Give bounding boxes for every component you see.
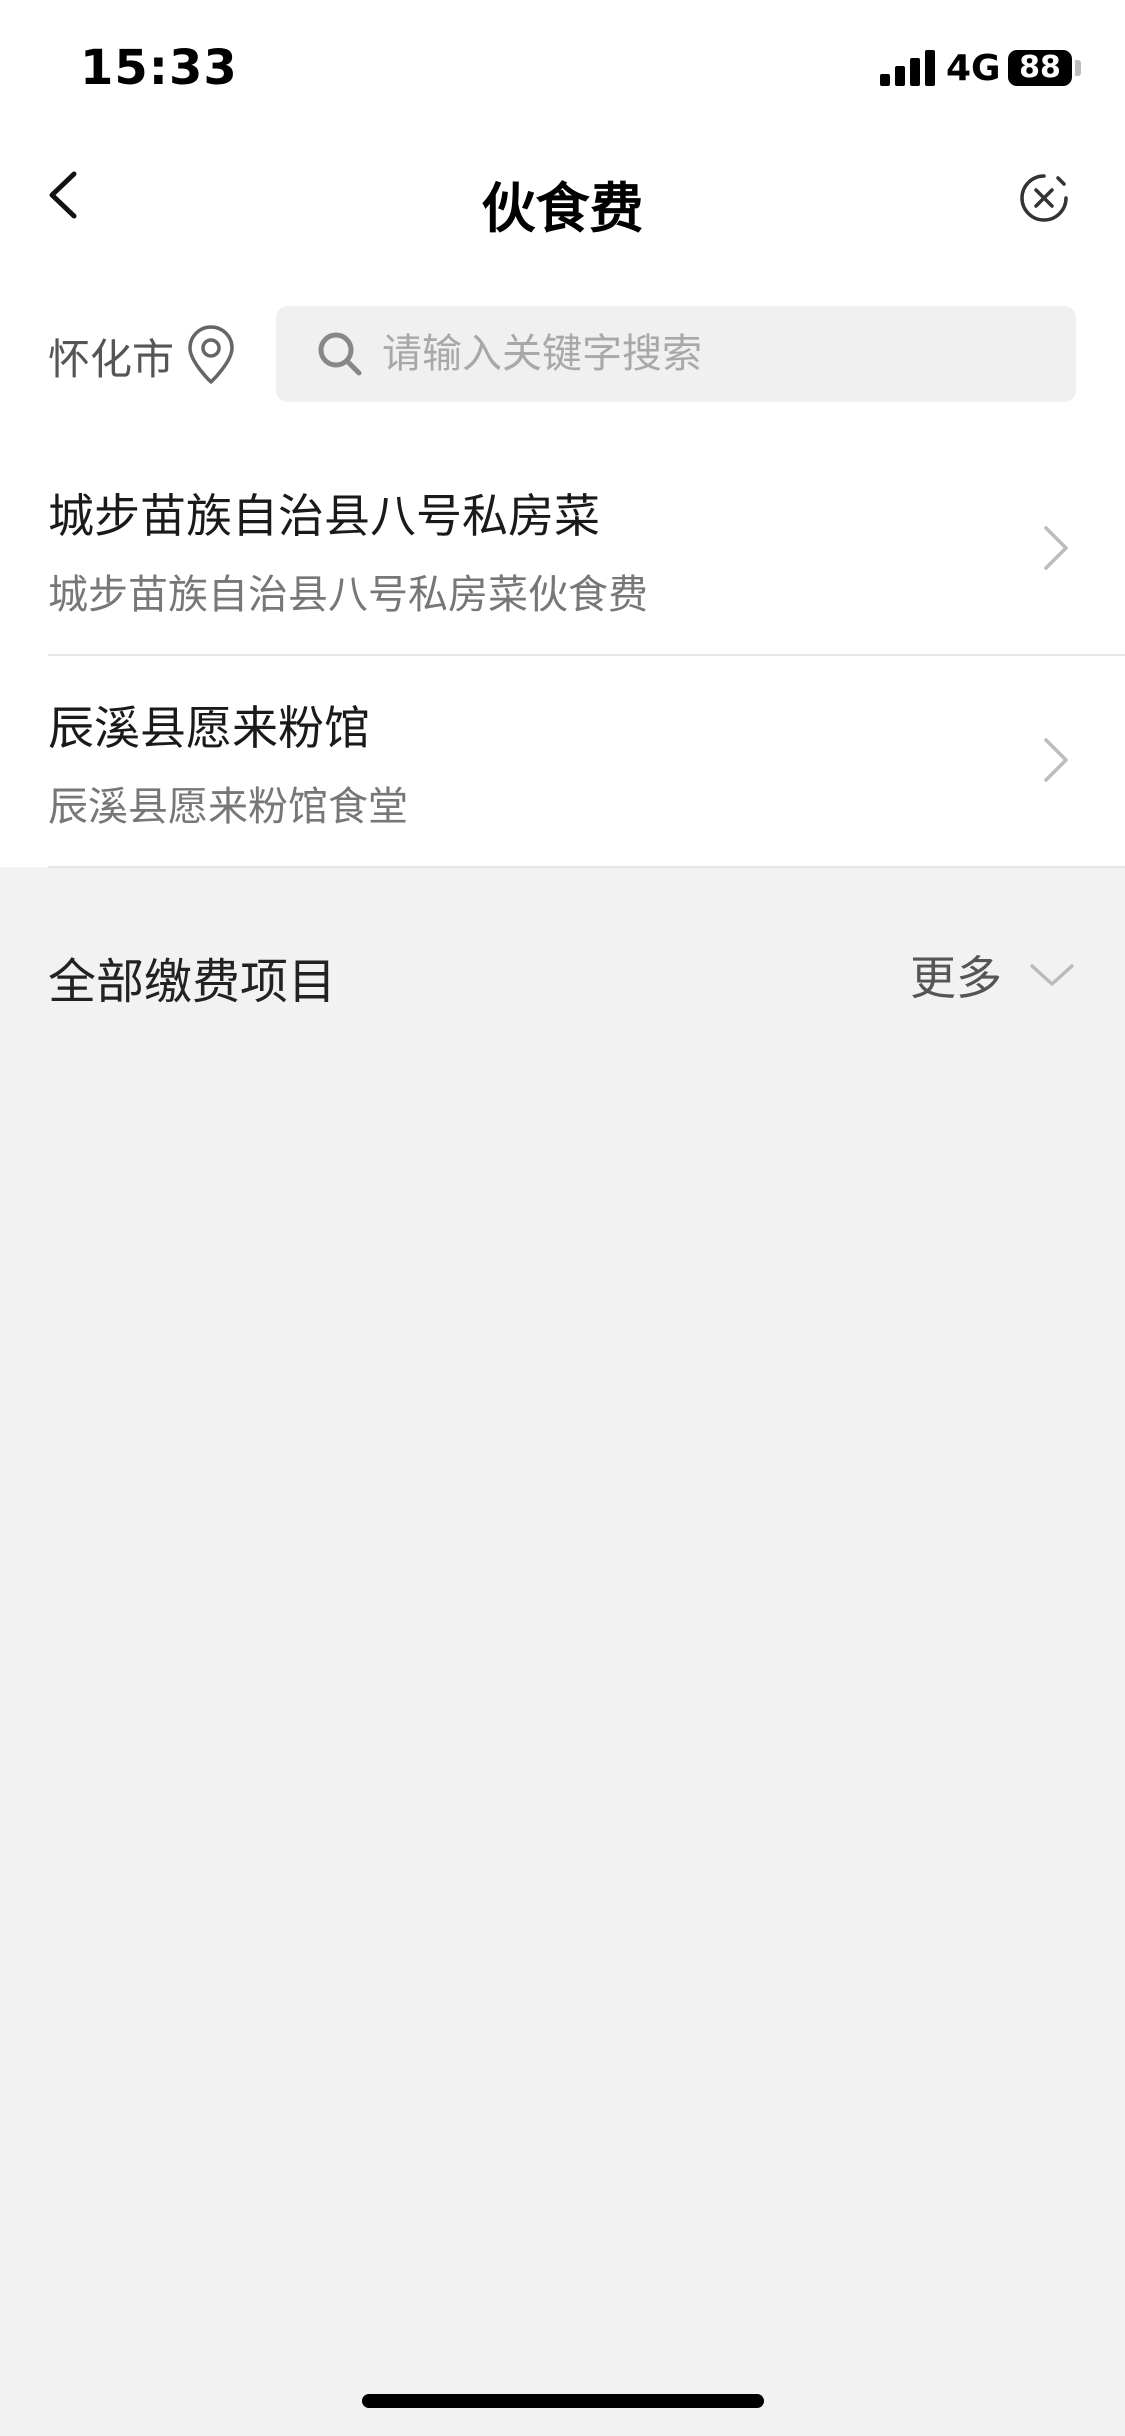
list-item[interactable]: 城步苗族自治县八号私房菜 城步苗族自治县八号私房菜伙食费	[0, 444, 1125, 656]
filter-row: 怀化市	[0, 300, 1125, 410]
network-type: 4G	[946, 48, 1001, 89]
more-label: 更多	[910, 951, 1002, 1005]
chevron-right-icon	[1044, 526, 1068, 570]
city-selector[interactable]: 怀化市	[48, 326, 174, 387]
status-time: 15:33	[80, 40, 238, 96]
merchant-description: 城步苗族自治县八号私房菜伙食费	[48, 572, 648, 618]
merchant-list: 城步苗族自治县八号私房菜 城步苗族自治县八号私房菜伙食费 辰溪县愿来粉馆 辰溪县…	[0, 444, 1125, 868]
cellular-signal-icon	[880, 50, 936, 86]
home-indicator	[362, 2394, 764, 2408]
location-pin-icon[interactable]	[184, 324, 238, 386]
more-button[interactable]: 更多	[906, 934, 1086, 1014]
merchant-description: 辰溪县愿来粉馆食堂	[48, 784, 408, 830]
chevron-down-icon	[1030, 964, 1074, 986]
search-box[interactable]	[276, 306, 1076, 402]
section-title: 全部缴费项目	[48, 954, 337, 1010]
page-title: 伙食费	[481, 177, 644, 240]
search-icon	[318, 332, 362, 376]
battery-cap	[1075, 60, 1081, 76]
list-item[interactable]: 辰溪县愿来粉馆 辰溪县愿来粉馆食堂	[0, 656, 1125, 868]
battery-icon: 88	[1008, 50, 1072, 86]
battery-level: 88	[1019, 50, 1061, 85]
chevron-left-icon[interactable]	[38, 164, 90, 226]
nav-bar: 伙食费	[0, 136, 1125, 260]
merchant-name: 辰溪县愿来粉馆	[48, 701, 370, 755]
chevron-right-icon	[1044, 738, 1068, 782]
search-input[interactable]	[382, 324, 1042, 384]
top-panel: 15:33 4G 88 伙食费 怀化市 请输入关键字搜索 城步苗族自治县八号私房…	[0, 0, 1125, 868]
list-divider	[48, 866, 1125, 868]
merchant-name: 城步苗族自治县八号私房菜	[48, 489, 600, 543]
all-items-header: 全部缴费项目 更多	[0, 920, 1125, 1030]
close-circle-icon[interactable]	[1018, 172, 1070, 224]
status-bar: 15:33 4G 88	[0, 0, 1125, 136]
